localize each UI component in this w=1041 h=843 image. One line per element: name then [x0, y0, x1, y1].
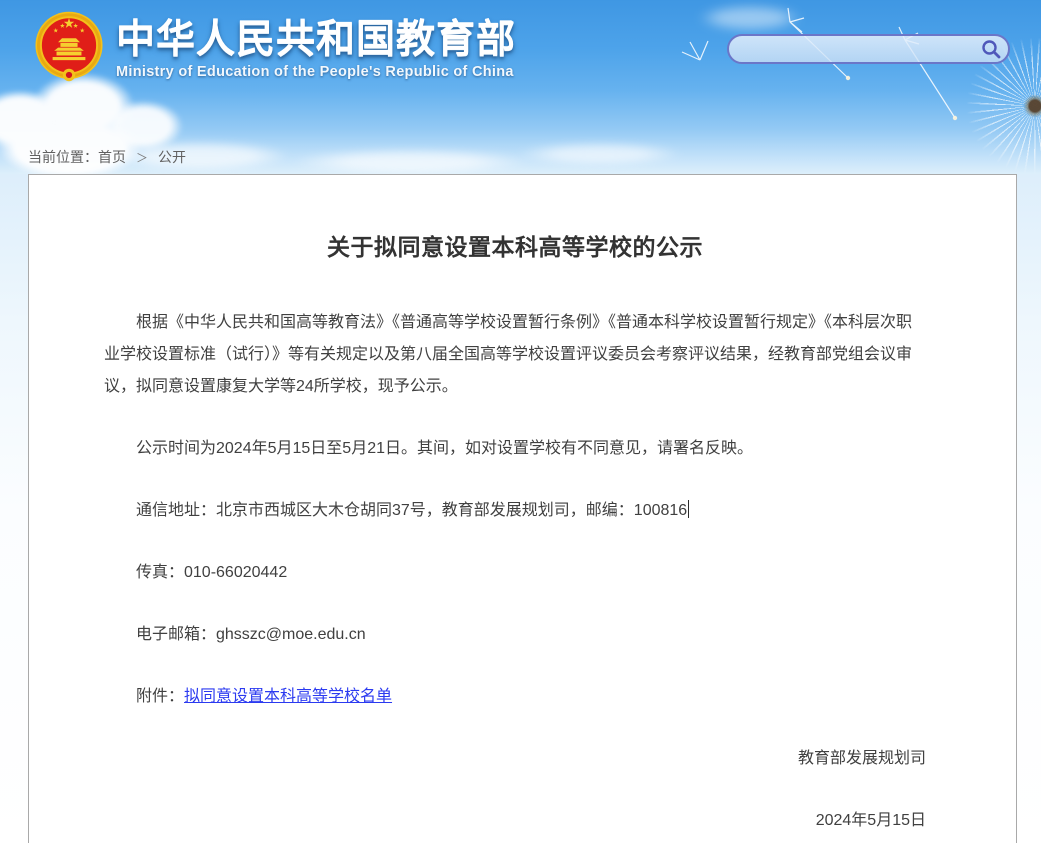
attachment-label: 附件： — [136, 688, 185, 705]
national-emblem-icon — [35, 11, 103, 82]
breadcrumb: 当前位置：首页 ＞ 公开 — [28, 147, 186, 167]
site-subtitle: Ministry of Education of the People's Re… — [116, 64, 514, 80]
site-titles: 中华人民共和国教育部 Ministry of Education of the … — [116, 8, 516, 80]
contact-fax-line: 传真：010-66020442 — [136, 564, 288, 581]
signature: 教育部发展规划司 — [797, 750, 926, 767]
search-box[interactable] — [727, 34, 1010, 64]
attachment-line: 附件：拟同意设置本科高等学校名单 — [104, 681, 926, 713]
cloud-decoration — [680, 0, 820, 36]
contact-address-line: 通信地址：北京市西城区大木仓胡同37号，教育部发展规划司，邮编：100816 — [104, 495, 926, 527]
chevron-right-icon: ＞ — [136, 151, 149, 165]
notice-article: 关于拟同意设置本科高等学校的公示 根据《中华人民共和国高等教育法》《普通高等学校… — [29, 175, 1016, 837]
contact-email-line: 电子邮箱：ghsszc@moe.edu.cn — [136, 626, 366, 643]
site-header: 中华人民共和国教育部 Ministry of Education of the … — [0, 0, 1041, 174]
site-logo[interactable]: 中华人民共和国教育部 Ministry of Education of the … — [30, 8, 516, 92]
search-input[interactable] — [741, 36, 980, 62]
page: 中华人民共和国教育部 Ministry of Education of the … — [0, 0, 1041, 843]
breadcrumb-label: 当前位置： — [28, 149, 98, 165]
breadcrumb-home-link[interactable]: 首页 — [98, 149, 126, 165]
notice-date: 2024年5月15日 — [815, 812, 926, 829]
search-icon[interactable] — [980, 38, 1002, 60]
contact-address-text: 通信地址：北京市西城区大木仓胡同37号，教育部发展规划司，邮编：100816 — [136, 502, 688, 519]
site-title: 中华人民共和国教育部 — [116, 18, 517, 61]
content-panel: 关于拟同意设置本科高等学校的公示 根据《中华人民共和国高等教育法》《普通高等学校… — [28, 174, 1017, 843]
page-title: 关于拟同意设置本科高等学校的公示 — [327, 234, 703, 260]
paragraph-basis: 根据《中华人民共和国高等教育法》《普通高等学校设置暂行条例》《普通本科学校设置暂… — [104, 314, 913, 395]
text-caret — [688, 500, 690, 518]
breadcrumb-current-link[interactable]: 公开 — [158, 149, 186, 165]
paragraph-period: 公示时间为2024年5月15日至5月21日。其间，如对设置学校有不同意见，请署名… — [136, 440, 753, 457]
attachment-link[interactable]: 拟同意设置本科高等学校名单 — [184, 688, 392, 705]
